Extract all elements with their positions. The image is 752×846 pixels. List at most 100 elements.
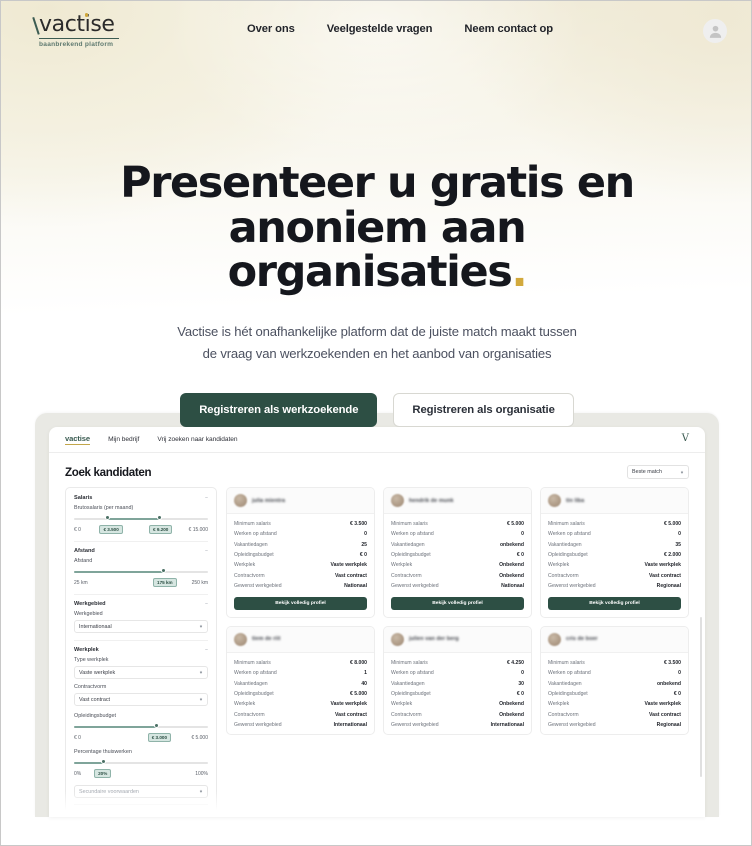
row-value: Vast contract [335, 572, 367, 579]
row-value: 0 [678, 531, 681, 538]
nav-link-neem-contact-op[interactable]: Neem contact op [464, 23, 553, 35]
candidate-card[interactable]: julia mientra Minimum salaris € 3.500 Wer… [226, 487, 375, 618]
hero-subtitle: Vactise is hét onafhankelijke platform d… [1, 321, 751, 364]
app-logo[interactable]: vactise [65, 434, 90, 445]
avatar [391, 494, 404, 507]
type-werkplek-select[interactable]: Vaste werkplek ▲ ▼ [74, 666, 208, 679]
werkgebied-select[interactable]: Internationaal ▲ ▼ [74, 620, 208, 633]
row-value: Internationaal [490, 721, 524, 728]
candidate-card[interactable]: tin liba Minimum salaris € 5.000 Werken o… [540, 487, 689, 618]
chevron-updown-icon: ▲ ▼ [199, 623, 203, 629]
app-nav-mijn-bedrijf[interactable]: Mijn bedrijf [108, 436, 139, 443]
view-profile-button[interactable]: Bekijk volledig profiel [391, 596, 524, 610]
thuiswerken-value: 20% [94, 769, 112, 778]
table-row: Werkplek Onbekend [391, 699, 524, 709]
type-werkplek-value: Vaste werkplek [79, 669, 116, 676]
row-value: Regionaal [656, 582, 681, 589]
row-value: € 0 [673, 690, 681, 697]
card-button-wrap: Bekijk volledig profiel [541, 595, 688, 617]
row-key: Minimum salaris [548, 660, 585, 667]
filter-group-header-werkgebied[interactable]: Werkgebied − [74, 601, 208, 607]
row-value: 40 [361, 680, 367, 687]
app-nav-avatar-glyph[interactable]: V [682, 433, 689, 444]
salary-min-label: € 0 [74, 526, 81, 533]
row-value: € 5.000 [507, 521, 524, 528]
slider-knob[interactable] [100, 759, 106, 764]
filter-group-label: Werkplek [74, 647, 99, 653]
sort-dropdown[interactable]: Beste match ▲ ▼ [627, 465, 689, 479]
salary-value-low: € 3.500 [99, 525, 123, 534]
candidate-card[interactable]: hendrik de munk Minimum salaris € 5.000 W… [383, 487, 532, 618]
distance-slider[interactable] [74, 567, 208, 577]
table-row: Vakantiedagen 25 [234, 540, 367, 550]
filter-group-header-vakantie[interactable]: Vakantie − [74, 811, 208, 817]
salary-range-slider[interactable] [74, 514, 208, 524]
user-avatar-icon[interactable] [703, 19, 727, 43]
chevron-collapse-icon: − [205, 495, 208, 501]
table-row: Werkplek Vaste werkplek [234, 560, 367, 570]
app-page-title: Zoek kandidaten [65, 465, 152, 479]
divider [74, 594, 208, 595]
contractvorm-select[interactable]: Vast contract ▲ ▼ [74, 693, 208, 706]
row-value: 30 [518, 680, 524, 687]
chevron-collapse-icon: − [205, 601, 208, 607]
row-key: Vakantiedagen [548, 680, 582, 687]
site-logo[interactable]: vactise baanbrekend platform [32, 13, 149, 48]
opleidingsbudget-max-label: € 5.000 [191, 734, 208, 741]
view-profile-button[interactable]: Bekijk volledig profiel [548, 596, 681, 610]
nav-link-veelgestelde-vragen[interactable]: Veelgestelde vragen [327, 23, 433, 35]
row-key: Opleidingsbudget [234, 551, 274, 558]
secundaire-voorwaarden-select[interactable]: Secundaire voorwaarden ▲ ▼ [74, 785, 208, 798]
table-row: Contractvorm Vast contract [548, 709, 681, 719]
filter-group-label: Salaris [74, 495, 93, 501]
table-row: Werken op afstand 0 [391, 668, 524, 678]
table-row: Werkplek Onbekend [391, 560, 524, 570]
opleidingsbudget-slider[interactable] [74, 722, 208, 732]
table-row: Vakantiedagen 35 [548, 540, 681, 550]
cta-row: Registreren als werkzoekende Registreren… [1, 393, 751, 428]
register-organisation-button[interactable]: Registreren als organisatie [393, 393, 574, 428]
row-value: onbekend [499, 541, 524, 548]
distance-min-label: 25 km [74, 579, 88, 586]
row-key: Opleidingsbudget [391, 551, 431, 558]
opleidingsbudget-slider-labels: € 0 € 3.000 € 5.000 [74, 733, 208, 742]
filter-group-werkgebied: Werkgebied − Werkgebied Internationaal ▲… [74, 601, 208, 633]
row-value: Onbekend [499, 701, 524, 708]
row-key: Werkplek [548, 701, 570, 708]
filter-group-header-werkplek[interactable]: Werkplek − [74, 647, 208, 653]
salary-max-label: € 15.000 [188, 526, 208, 533]
candidate-card[interactable]: cris de boer Minimum salaris € 3.500 Werk… [540, 625, 689, 735]
avatar [234, 632, 247, 646]
row-key: Contractvorm [234, 711, 265, 718]
slider-fill [74, 762, 104, 764]
row-key: Contractvorm [234, 572, 265, 579]
opleidingsbudget-value: € 3.000 [147, 733, 172, 742]
row-value: € 0 [516, 690, 524, 697]
register-jobseeker-button[interactable]: Registreren als werkzoekende [180, 393, 378, 428]
row-key: Minimum salaris [234, 660, 271, 667]
row-value: € 3.500 [664, 660, 681, 667]
thuiswerken-slider[interactable] [74, 758, 208, 768]
divider [74, 541, 208, 542]
app-nav-vrij-zoeken[interactable]: Vrij zoeken naar kandidaten [157, 436, 237, 443]
view-profile-button[interactable]: Bekijk volledig profiel [234, 596, 367, 610]
row-value: Nationaal [501, 582, 524, 589]
candidate-card[interactable]: tiem de riit Minimum salaris € 8.000 Werk… [226, 625, 375, 735]
slider-knob-low[interactable] [104, 515, 110, 520]
hero-heading-line2: organisaties [227, 247, 513, 298]
row-value: Internationaal [333, 721, 367, 728]
scrollbar[interactable] [700, 617, 702, 777]
table-row: Opleidingsbudget € 0 [391, 550, 524, 560]
card-header: cris de boer [541, 626, 688, 653]
avatar [391, 632, 404, 646]
row-key: Werkplek [391, 562, 413, 569]
table-row: Gewenst werkgebied Internationaal [391, 720, 524, 730]
filter-group-header-salaris[interactable]: Salaris − [74, 495, 208, 501]
table-row: Vakantiedagen onbekend [548, 679, 681, 689]
secundaire-voorwaarden-value: Secundaire voorwaarden [79, 788, 139, 795]
table-row: Werkplek Vaste werkplek [548, 560, 681, 570]
filter-group-header-afstand[interactable]: Afstand − [74, 548, 208, 554]
filter-label-brutosalaris: Brutosalaris (per maand) [74, 505, 134, 511]
nav-link-over-ons[interactable]: Over ons [247, 23, 295, 35]
candidate-card[interactable]: julien van der berg Minimum salaris € 4.2… [383, 625, 532, 735]
